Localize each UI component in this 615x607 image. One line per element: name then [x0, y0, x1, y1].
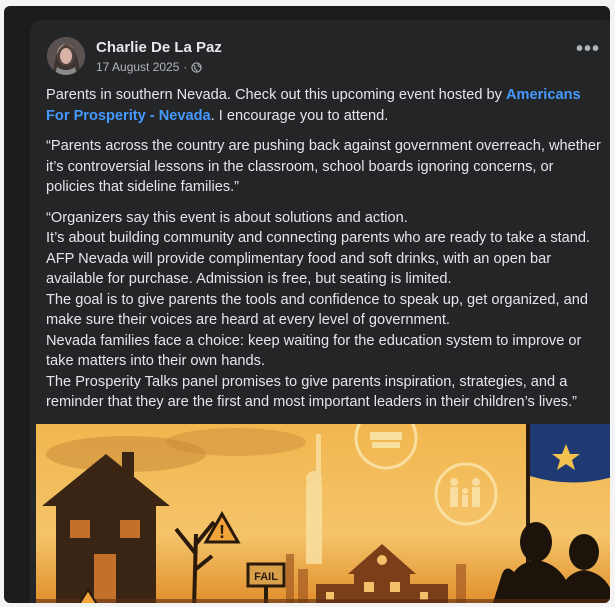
intro-text-end: . I encourage you to attend. [210, 107, 389, 124]
quote-line: “Organizers say this event is about solu… [46, 209, 408, 226]
avatar[interactable] [47, 37, 85, 75]
author-name[interactable]: Charlie De La Paz [96, 39, 222, 56]
more-options-icon[interactable]: ••• [576, 39, 600, 59]
nevada-flag [530, 424, 610, 483]
intro-text: Parents in southern Nevada. Check out th… [46, 87, 506, 103]
globe-icon[interactable] [191, 61, 203, 73]
page-frame: Charlie De La Paz 17 August 2025 · ••• P… [4, 6, 610, 603]
quote-line: The goal is to give parents the tools an… [46, 291, 588, 329]
fail-sign-text: FAIL [254, 571, 278, 583]
post-date[interactable]: 17 August 2025 [96, 60, 179, 74]
post-image[interactable]: ! FAIL [36, 424, 610, 603]
quote-line: AFP Nevada will provide complimentary fo… [46, 250, 552, 288]
post-meta: 17 August 2025 · [96, 60, 203, 74]
quote-block: “Organizers say this event is about solu… [46, 208, 606, 413]
intro-paragraph: Parents in southern Nevada. Check out th… [46, 85, 606, 126]
quote-line: It’s about building community and connec… [46, 230, 591, 246]
post-body: Parents in southern Nevada. Check out th… [46, 85, 606, 413]
post-header: Charlie De La Paz 17 August 2025 · ••• [30, 20, 610, 82]
post-card: Charlie De La Paz 17 August 2025 · ••• P… [30, 20, 610, 603]
svg-text:!: ! [219, 522, 225, 542]
event-illustration: ! FAIL [36, 424, 610, 603]
avatar-image [47, 37, 85, 75]
quote-paragraph: “Parents across the country are pushing … [46, 138, 601, 195]
meta-separator: · [183, 60, 188, 74]
quote-line: Nevada families face a choice: keep wait… [46, 332, 582, 370]
quote-line: The Prosperity Talks panel promises to g… [46, 373, 578, 411]
